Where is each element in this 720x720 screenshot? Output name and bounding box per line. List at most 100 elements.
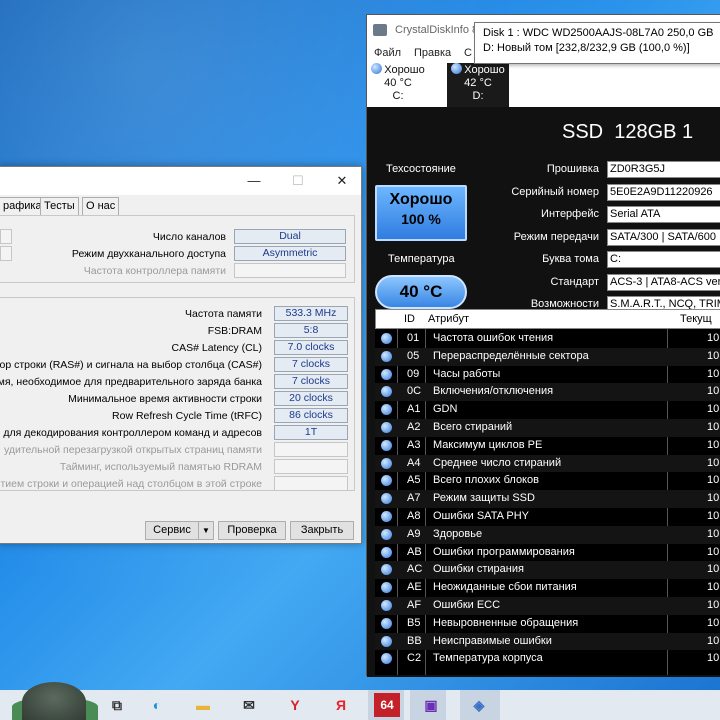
minimize-button[interactable]: — [239,171,269,191]
attribute-name: Режим защиты SSD [433,492,535,505]
timing-label: ытием строки и операцией над столбцом в … [0,478,262,490]
serial-value: 5E0E2A9D11220926 [607,184,720,201]
attribute-row[interactable]: AE Неожиданные сбои питания 10 [375,579,720,597]
attribute-name: Максимум циклов PE [433,438,543,451]
attribute-id: A8 [407,510,421,522]
info-label: Режим передачи [513,231,599,243]
dual-channel-mode-label: Режим двухканального доступа [71,248,226,260]
timing-value: 5:8 [274,323,348,338]
app-icon [373,24,387,36]
tab-about[interactable]: О нас [82,197,120,215]
yandex-icon[interactable]: Я [328,693,354,717]
mail-icon[interactable]: ✉ [236,693,262,717]
attribute-row[interactable]: A8 Ошибки SATA PHY 10 [375,508,720,526]
attribute-name: GDN [433,403,458,416]
attribute-name: Включения/отключения [433,385,554,398]
status-dot-icon [381,493,392,505]
timing-value [274,476,348,491]
attribute-row[interactable]: 09 Часы работы 10 [375,366,720,384]
attribute-row[interactable]: A9 Здоровье 10 [375,525,720,544]
attribute-id: A3 [407,438,421,451]
attribute-id: C2 [407,652,422,665]
menu-file[interactable]: Файл [374,47,401,59]
cpuz-icon[interactable]: ▣ [418,693,444,717]
health-label: Техсостояние [386,163,456,175]
attribute-row[interactable]: C2 Температура корпуса 10 [375,650,720,668]
attribute-row[interactable]: A5 Всего плохих блоков 10 [375,472,720,490]
size-field [0,246,12,261]
tab-graphics[interactable]: рафика [0,197,46,215]
close-button[interactable]: Закрыть [290,521,354,540]
attribute-row[interactable]: BB Неисправимые ошибки 10 [375,632,720,651]
attribute-row[interactable]: 01 Частота ошибок чтения 10 [375,330,720,348]
attribute-id: 05 [407,349,420,362]
disk-temp: 42 °C [464,77,492,89]
aida64-icon[interactable]: 64 [374,693,400,717]
dual-channel-mode-value: Asymmetric [234,246,346,261]
smart-attributes-table: ID Атрибут Текущ 01 Частота ошибок чтения… [375,309,720,675]
interface-value: Serial ATA [607,206,720,223]
edge-icon[interactable]: ◐ [144,693,170,717]
status-dot-icon [381,333,392,344]
tab-bench[interactable]: Тесты [40,197,79,215]
attribute-id: AB [407,545,422,558]
disk-info-panel: SSD 128GB 1 Техсостояние Хорошо 100 % Те… [367,107,720,677]
attribute-name: Ошибки SATA PHY [433,510,530,522]
attribute-current: 10 [707,367,720,380]
status-dot-icon [381,564,392,576]
column-header-id[interactable]: ID [404,313,415,325]
window-title: CrystalDiskInfo 8 [395,24,479,36]
attribute-row[interactable]: AC Ошибки стирания 10 [375,561,720,580]
attribute-current: 10 [707,421,720,433]
status-dot-icon [381,422,392,433]
attribute-row[interactable]: A4 Среднее число стираний 10 [375,454,720,473]
file-explorer-icon[interactable]: ▬ [190,693,216,717]
timing-value: 1T [274,425,348,440]
attribute-id: A9 [407,527,421,540]
attribute-current: 10 [707,456,720,469]
attribute-row[interactable]: B5 Невыровненные обращения 10 [375,615,720,633]
attribute-row[interactable]: 05 Перераспределённые сектора 10 [375,347,720,366]
task-view-icon[interactable]: ⧉ [104,693,130,717]
attribute-row[interactable]: A2 Всего стираний 10 [375,419,720,437]
service-button[interactable]: Сервис [145,521,199,540]
menu-edit[interactable]: Правка [414,47,451,59]
attribute-id: A4 [407,456,421,469]
timing-label: е для декодирования контроллером команд … [0,427,262,439]
attribute-id: 0C [407,385,422,398]
column-header-current[interactable]: Текущ [680,313,712,325]
info-label: Серийный номер [511,186,599,198]
temperature-badge: 40 °C [375,275,467,309]
attribute-row[interactable]: A7 Режим защиты SSD 10 [375,490,720,508]
attribute-row[interactable]: AF Ошибки ECC 10 [375,597,720,615]
disk-c-button[interactable]: Хорошо 40 °C C: [367,63,429,107]
channels-label: Число каналов [152,231,226,243]
menu-service[interactable]: С [464,47,472,59]
controller-freq-label: Частота контроллера памяти [83,265,226,277]
attribute-row[interactable]: A1 GDN 10 [375,401,720,419]
disk-d-button[interactable]: Хорошо 42 °C D: [447,63,509,107]
validate-button[interactable]: Проверка [218,521,286,540]
attribute-current: 10 [707,332,720,344]
attribute-row[interactable]: A3 Максимум циклов PE 10 [375,437,720,455]
service-dropdown-button[interactable]: ▼ [198,521,214,540]
attribute-name: Ошибки программирования [433,545,575,558]
timing-value [274,442,348,457]
close-window-button[interactable]: ✕ [327,171,357,191]
disk-status: Хорошо [384,64,425,76]
timing-label: Row Refresh Cycle Time (tRFC) [112,410,262,422]
cpuz-titlebar[interactable]: — ☐ ✕ [0,167,361,195]
crystaldiskinfo-icon[interactable]: ◈ [466,693,492,717]
attribute-row[interactable]: 0C Включения/отключения 10 [375,383,720,402]
attribute-current: 10 [707,510,720,522]
yandex-browser-icon[interactable]: Y [282,693,308,717]
attribute-name: Ошибки стирания [433,563,524,576]
timing-label: удительной перезагрузкой открытых страни… [3,444,262,456]
status-dot-icon [381,368,392,380]
column-header-attribute[interactable]: Атрибут [428,313,469,325]
table-header: ID Атрибут Текущ [375,309,720,329]
attribute-name: Неожиданные сбои питания [433,581,577,594]
attribute-id: A7 [407,492,421,505]
attribute-row[interactable]: AB Ошибки программирования 10 [375,544,720,562]
crystaldiskinfo-window: CrystalDiskInfo 8 Файл Правка С Хорошо 4… [366,14,720,677]
